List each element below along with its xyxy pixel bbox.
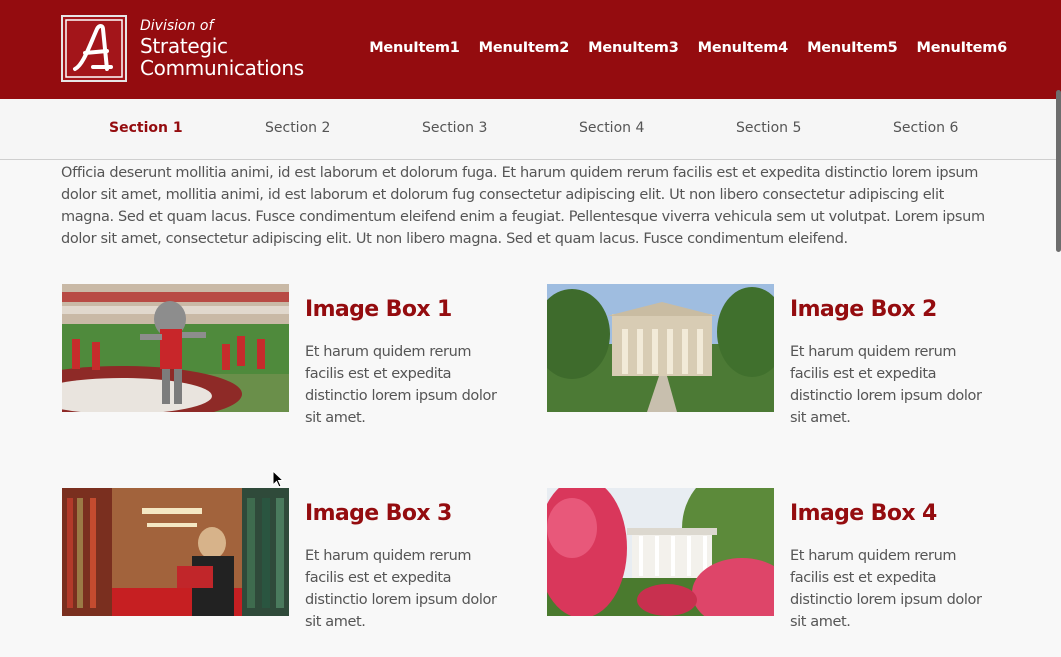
section-nav: Section 1 Section 2 Section 3 Section 4 … [0,99,1061,160]
card-title[interactable]: Image Box 2 [790,297,937,322]
card-text: Et harum quidem rerum facilis est et exp… [305,548,497,630]
page-scrollbar[interactable] [1056,90,1061,252]
menu-item-2[interactable]: MenuItem2 [479,40,570,56]
brand-title-line1: Strategic [140,34,228,58]
image-box-3: Image Box 3 Et harum quidem rerum facili… [62,488,522,648]
image-box-2: Image Box 2 Et harum quidem rerum facili… [547,284,1007,444]
tab-section-5[interactable]: Section 5 [736,120,801,136]
mouse-cursor-icon [272,470,284,488]
library-photo[interactable] [62,488,289,616]
university-logo[interactable] [61,15,127,82]
card-text: Et harum quidem rerum facilis est et exp… [305,344,497,426]
menu-item-5[interactable]: MenuItem5 [807,40,898,56]
brand-title-line2: Communications [140,56,304,80]
tab-section-6[interactable]: Section 6 [893,120,958,136]
menu-item-1[interactable]: MenuItem1 [369,40,460,56]
image-box-1: Image Box 1 Et harum quidem rerum facili… [62,284,522,444]
card-title[interactable]: Image Box 1 [305,297,452,322]
menu-item-6[interactable]: MenuItem6 [917,40,1008,56]
script-a-icon [63,17,125,80]
tab-section-2[interactable]: Section 2 [265,120,330,136]
mansion-photo[interactable] [547,488,774,616]
card-title[interactable]: Image Box 3 [305,501,452,526]
tab-section-4[interactable]: Section 4 [579,120,644,136]
tab-section-1[interactable]: Section 1 [109,120,183,136]
site-header: Division of Strategic Communications Men… [0,0,1061,99]
intro-paragraph: Officia deserunt mollitia animi, id est … [61,165,985,247]
main-menu: MenuItem1 MenuItem2 MenuItem3 MenuItem4 … [350,40,1007,56]
menu-item-4[interactable]: MenuItem4 [698,40,789,56]
card-title[interactable]: Image Box 4 [790,501,937,526]
card-text: Et harum quidem rerum facilis est et exp… [790,548,982,630]
site-brand[interactable]: Division of Strategic Communications [140,17,304,79]
image-box-4: Image Box 4 Et harum quidem rerum facili… [547,488,1007,648]
brand-division: Division of [140,18,214,34]
mascot-photo[interactable] [62,284,289,412]
card-text: Et harum quidem rerum facilis est et exp… [790,344,982,426]
building-photo[interactable] [547,284,774,412]
menu-item-3[interactable]: MenuItem3 [588,40,679,56]
tab-section-3[interactable]: Section 3 [422,120,487,136]
